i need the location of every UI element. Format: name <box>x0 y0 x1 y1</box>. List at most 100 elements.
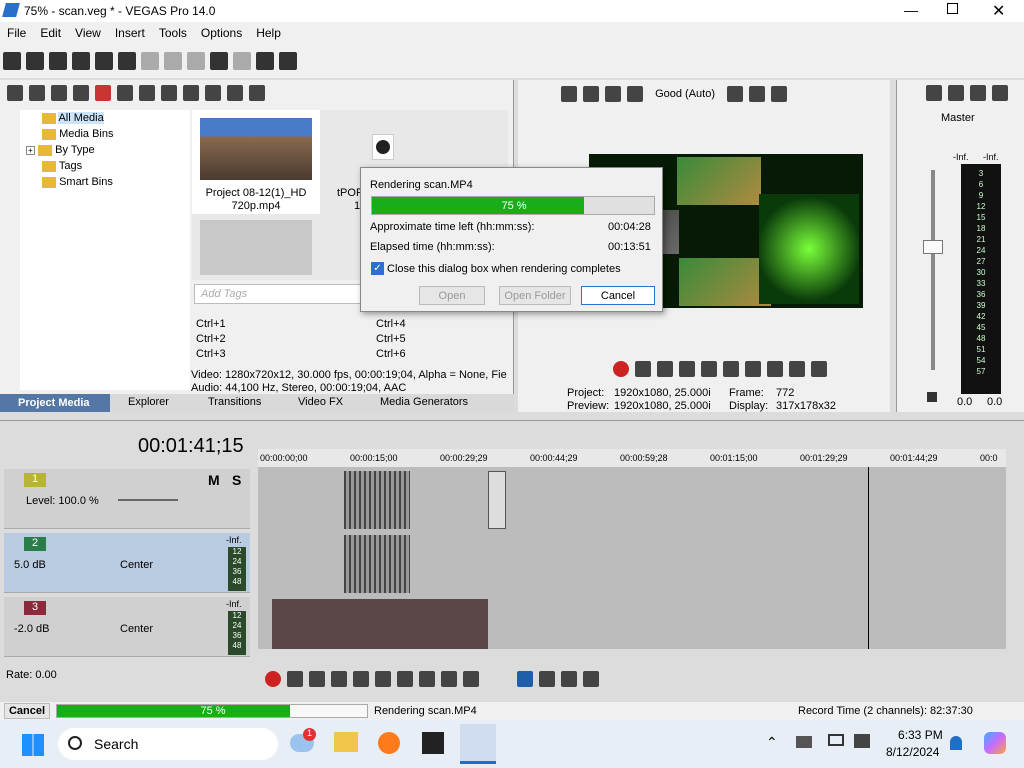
level-slider[interactable] <box>118 499 178 501</box>
menu-file[interactable]: File <box>0 22 33 40</box>
split-screen-icon[interactable] <box>583 86 599 102</box>
tree-item-smart-bins[interactable]: Smart Bins <box>42 176 113 188</box>
tree-item-media-bins[interactable]: Media Bins <box>42 128 113 140</box>
pause-icon[interactable] <box>353 671 369 687</box>
loop-icon[interactable] <box>287 671 303 687</box>
tag-input[interactable]: Add Tags <box>194 284 364 304</box>
menu-options[interactable]: Options <box>194 22 249 40</box>
pause-icon[interactable] <box>701 361 717 377</box>
bell-icon[interactable] <box>950 736 962 750</box>
external-monitor-icon[interactable] <box>627 86 643 102</box>
audio-track-header-3[interactable]: 3 -2.0 dB Center -Inf. 12 24 36 48 <box>4 597 250 657</box>
cut-icon[interactable] <box>141 52 159 70</box>
stop-icon[interactable] <box>183 85 199 101</box>
views-icon[interactable] <box>227 85 243 101</box>
save-as-icon[interactable] <box>72 52 90 70</box>
clock-time[interactable]: 6:33 PM <box>898 728 943 742</box>
s-button[interactable]: S <box>232 472 241 488</box>
tree-item-by-type[interactable]: + By Type <box>26 144 95 156</box>
taskbar-search[interactable]: Search <box>58 728 278 760</box>
record-icon[interactable] <box>613 361 629 377</box>
lock-fader-icon[interactable] <box>992 85 1008 101</box>
capture-icon[interactable] <box>29 85 45 101</box>
play-icon[interactable] <box>161 85 177 101</box>
paste-icon[interactable] <box>187 52 205 70</box>
go-start-icon[interactable] <box>397 671 413 687</box>
cancel-button[interactable]: Cancel <box>581 286 655 305</box>
redo-icon[interactable] <box>233 52 251 70</box>
undo-icon[interactable] <box>210 52 228 70</box>
audio-clip[interactable] <box>344 535 410 593</box>
dim-icon[interactable] <box>970 85 986 101</box>
firefox-icon[interactable] <box>378 732 400 754</box>
volume-icon[interactable] <box>854 734 870 748</box>
minimize-icon[interactable]: — <box>904 2 918 18</box>
menu-tools[interactable]: Tools <box>152 22 194 40</box>
audio-track-header-2[interactable]: 2 5.0 dB Center -Inf. 12 24 36 48 <box>4 533 250 593</box>
network-icon[interactable] <box>796 736 812 748</box>
properties-icon[interactable] <box>118 52 136 70</box>
windows-start-icon[interactable] <box>22 734 44 756</box>
play-icon[interactable] <box>331 671 347 687</box>
selected-clip[interactable] <box>488 471 506 529</box>
go-end-icon[interactable] <box>419 671 435 687</box>
app-icon[interactable] <box>422 732 444 754</box>
expand-icon[interactable]: + <box>26 146 35 155</box>
master-fader[interactable] <box>923 240 943 254</box>
save-snapshot-icon[interactable] <box>771 86 788 102</box>
menu-help[interactable]: Help <box>249 22 288 40</box>
video-track-header[interactable]: 1 Level: 100.0 % M S <box>4 469 250 529</box>
play-icon[interactable] <box>679 361 695 377</box>
copilot-icon[interactable] <box>984 732 1006 754</box>
media-item-video[interactable]: Project 08-12(1)_HD 720p.mp4 <box>192 110 320 214</box>
prev-frame-icon[interactable] <box>441 671 457 687</box>
import-media-icon[interactable] <box>7 85 23 101</box>
render-icon[interactable] <box>95 52 113 70</box>
overlays-icon[interactable] <box>605 86 621 102</box>
close-icon[interactable]: ✕ <box>992 1 1005 21</box>
vegas-taskbar-icon[interactable] <box>460 724 496 764</box>
prev-frame-icon[interactable] <box>745 361 761 377</box>
forward-icon[interactable] <box>811 361 827 377</box>
remove-icon[interactable] <box>95 85 111 101</box>
open-folder-button[interactable]: Open Folder <box>499 286 571 305</box>
menu-view[interactable]: View <box>68 22 108 40</box>
play-from-start-icon[interactable] <box>657 361 673 377</box>
downmix-icon[interactable] <box>948 85 964 101</box>
display-icon[interactable] <box>828 734 844 746</box>
search-icon[interactable] <box>249 85 265 101</box>
save-icon[interactable] <box>49 52 67 70</box>
m-button[interactable]: M <box>208 472 220 488</box>
stop-icon[interactable] <box>723 361 739 377</box>
media-item-second[interactable] <box>372 134 394 160</box>
plugin-chain-icon[interactable] <box>139 85 155 101</box>
rewind-icon[interactable] <box>789 361 805 377</box>
maximize-icon[interactable] <box>947 3 958 14</box>
envelope-tool-icon[interactable] <box>539 671 555 687</box>
get-media-icon[interactable] <box>51 85 67 101</box>
auto-preview-icon[interactable] <box>205 85 221 101</box>
close-when-done-checkbox[interactable]: ✓ <box>371 262 384 275</box>
quality-select[interactable]: Good (Auto) <box>655 88 715 100</box>
web-icon[interactable] <box>73 85 89 101</box>
menu-edit[interactable]: Edit <box>33 22 68 40</box>
new-icon[interactable] <box>3 52 21 70</box>
stop-icon[interactable] <box>375 671 391 687</box>
status-cancel-button[interactable]: Cancel <box>4 703 50 719</box>
open-button[interactable]: Open <box>419 286 485 305</box>
grid-icon[interactable] <box>727 86 744 102</box>
tree-item-all-media[interactable]: All Media <box>42 112 104 124</box>
tab-explorer[interactable]: Explorer <box>128 396 169 408</box>
next-frame-icon[interactable] <box>767 361 783 377</box>
lock-icon[interactable] <box>927 392 937 402</box>
file-explorer-icon[interactable] <box>334 732 358 752</box>
tab-video-fx[interactable]: Video FX <box>298 396 343 408</box>
open-icon[interactable] <box>26 52 44 70</box>
next-frame-icon[interactable] <box>463 671 479 687</box>
media-fx-icon[interactable] <box>117 85 133 101</box>
audio-clip-3[interactable] <box>272 599 488 649</box>
tab-transitions[interactable]: Transitions <box>208 396 261 408</box>
tree-item-tags[interactable]: Tags <box>42 160 82 172</box>
help-icon[interactable] <box>279 52 297 70</box>
menu-insert[interactable]: Insert <box>108 22 152 40</box>
